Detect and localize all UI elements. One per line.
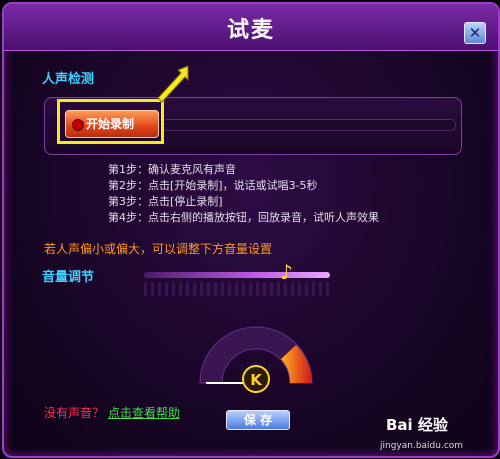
volume-adjust-label: 音量调节	[42, 270, 95, 285]
view-help-link[interactable]: 点击查看帮助	[108, 404, 180, 421]
close-icon[interactable]: ✕	[464, 22, 486, 44]
watermark-url: jingyan.baidu.com	[380, 441, 464, 451]
volume-slider-ticks	[144, 282, 330, 296]
instruction-steps: 第1步：确认麦克风有声音 第2步：点击[开始录制]，说话或试唱3-5秒 第3步：…	[108, 162, 379, 226]
start-recording-label: 开始录制	[86, 117, 135, 131]
save-button[interactable]: 保 存	[226, 410, 290, 430]
volume-slider[interactable]: ♪	[144, 262, 330, 306]
watermark-brand: Bai 经验	[386, 416, 448, 434]
tutorial-arrow-icon	[157, 65, 189, 103]
step-3: 第3步：点击[停止录制]	[108, 195, 223, 208]
start-recording-button[interactable]: 开始录制	[65, 110, 159, 138]
dialog-title: 试麦	[226, 18, 275, 43]
volume-hint: 若人声偏小或偏大，可以调整下方音量设置	[44, 242, 273, 256]
step-4: 第4步：点击右侧的播放按钮，回放录音，试听人声效果	[108, 211, 379, 224]
volume-gauge: K	[199, 326, 313, 393]
music-note-icon[interactable]: ♪	[280, 262, 293, 282]
ktv-badge-icon: K	[250, 371, 263, 389]
recording-progress-track	[162, 119, 456, 131]
no-sound-question: 没有声音？	[44, 406, 105, 420]
step-2: 第2步：点击[开始录制]，说话或试唱3-5秒	[108, 179, 318, 192]
step-1: 第1步：确认麦克风有声音	[108, 163, 236, 176]
mic-test-dialog: 试麦 ✕ 人声检测 开始录制 第1步：确认麦克风有声音 第2步：点击[开始录制]…	[2, 2, 500, 458]
voice-detection-label: 人声检测	[42, 72, 95, 87]
volume-slider-track[interactable]	[144, 272, 330, 278]
record-dot-icon	[72, 119, 84, 131]
title-bar[interactable]: 试麦 ✕	[4, 4, 498, 51]
